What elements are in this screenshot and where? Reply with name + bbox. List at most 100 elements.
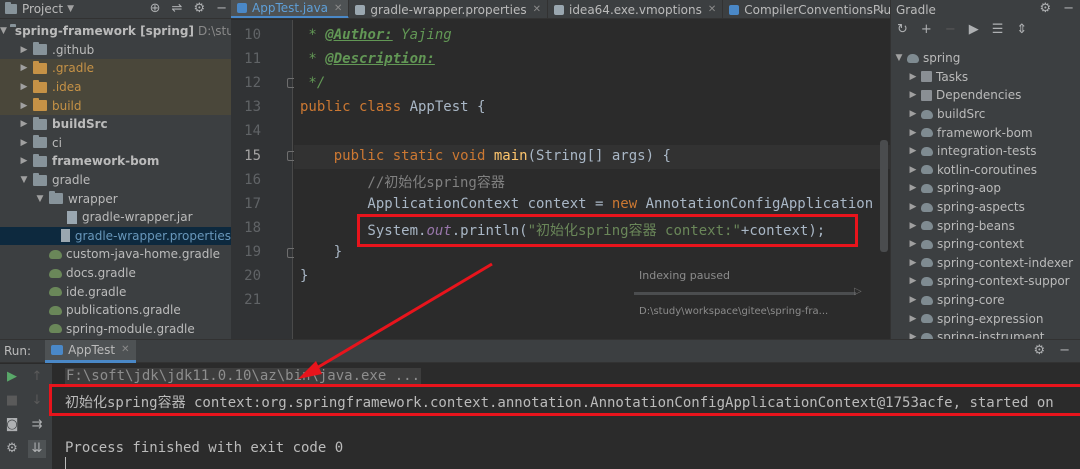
run-tab-label: AppTest: [68, 342, 116, 357]
add-icon[interactable]: +: [921, 22, 932, 37]
code-comment: Yajing: [392, 27, 452, 43]
project-tree-item[interactable]: ▶ .github: [0, 41, 231, 60]
chevron-right-icon[interactable]: ▶: [18, 101, 30, 111]
stop-icon[interactable]: ■: [3, 392, 21, 410]
run-tab-apptest[interactable]: AppTest ✕: [45, 339, 136, 363]
soft-wrap-icon[interactable]: ⇉: [28, 416, 46, 434]
gradle-tree-item[interactable]: ▶ integration-tests: [891, 142, 1080, 161]
project-tree-item[interactable]: ▶ framework-bom: [0, 152, 231, 171]
hide-icon[interactable]: −: [216, 1, 227, 16]
project-tree-item[interactable]: ▶ .gradle: [0, 59, 231, 78]
down-icon[interactable]: ↓: [28, 392, 46, 410]
chevron-right-icon[interactable]: ▶: [908, 258, 918, 268]
gradle-tree-item[interactable]: ▼ spring: [891, 49, 1080, 68]
project-tree-item[interactable]: ▼ gradle: [0, 171, 231, 190]
expand-all-icon[interactable]: ☰: [992, 22, 1004, 37]
chevron-right-icon[interactable]: ▶: [908, 295, 918, 305]
project-tree-item[interactable]: custom-java-home.gradle: [0, 245, 231, 264]
chevron-right-icon[interactable]: ▶: [18, 45, 30, 55]
project-tree-item[interactable]: publications.gradle: [0, 301, 231, 320]
hide-icon[interactable]: −: [1059, 343, 1070, 358]
project-tree-item[interactable]: ▼ spring-framework [spring]D:\study: [0, 22, 231, 41]
editor-scrollbar[interactable]: [880, 140, 888, 252]
gradle-tree-item[interactable]: ▶ buildSrc: [891, 105, 1080, 124]
resume-icon[interactable]: ▷: [854, 286, 862, 297]
close-icon[interactable]: ✕: [121, 344, 129, 355]
project-panel-title[interactable]: Project: [22, 2, 63, 16]
project-tree-item[interactable]: ▶ build: [0, 96, 231, 115]
chevron-down-icon[interactable]: ▼: [67, 4, 74, 14]
hide-icon[interactable]: −: [1063, 1, 1074, 16]
gradle-tree-item[interactable]: ▶ spring-aop: [891, 179, 1080, 198]
gradle-tree-item[interactable]: ▶ framework-bom: [891, 123, 1080, 142]
chevron-right-icon[interactable]: ▶: [18, 63, 30, 73]
chevron-right-icon[interactable]: ▶: [908, 314, 918, 324]
locate-icon[interactable]: ⊕: [150, 1, 161, 16]
run-console[interactable]: F:\soft\jdk\jdk11.0.10\az\bin\java.exe .…: [52, 364, 1080, 469]
project-tree-item[interactable]: docs.gradle: [0, 264, 231, 283]
chevron-right-icon[interactable]: ▶: [908, 109, 918, 119]
project-tree-item[interactable]: ▶ ci: [0, 134, 231, 153]
gradle-tree-item[interactable]: ▶ spring-context-indexer: [891, 254, 1080, 273]
remove-icon[interactable]: −: [945, 22, 956, 37]
gear-icon[interactable]: ⚙: [1033, 343, 1045, 358]
chevron-right-icon[interactable]: ▶: [18, 82, 30, 92]
chevron-right-icon[interactable]: ▶: [908, 239, 918, 249]
rerun-icon[interactable]: ▶: [3, 368, 21, 386]
gradle-tree-item[interactable]: ▶ Dependencies: [891, 86, 1080, 105]
project-tree-item[interactable]: spring-module.gradle: [0, 320, 231, 339]
project-tree-item[interactable]: gradle-wrapper.jar: [0, 208, 231, 227]
project-tree-item[interactable]: gradle-wrapper.properties: [0, 226, 231, 246]
chevron-down-icon[interactable]: ▼: [18, 175, 30, 185]
chevron-right-icon[interactable]: ▶: [908, 332, 918, 339]
editor-tab[interactable]: idea64.exe.vmoptions ✕: [548, 0, 724, 18]
up-icon[interactable]: ↑: [28, 368, 46, 386]
settings-icon[interactable]: ⚙: [3, 440, 21, 458]
gradle-tree-item[interactable]: ▶ spring-instrument: [891, 328, 1080, 339]
chevron-right-icon[interactable]: ▶: [908, 183, 918, 193]
chevron-down-icon[interactable]: ▼: [0, 26, 7, 36]
chevron-right-icon[interactable]: ▶: [908, 72, 918, 82]
chevron-right-icon[interactable]: ▶: [908, 90, 918, 100]
chevron-right-icon[interactable]: ▶: [908, 276, 918, 286]
gear-icon[interactable]: ⚙: [193, 1, 205, 16]
gradle-tree-item[interactable]: ▶ spring-aspects: [891, 198, 1080, 217]
camera-icon[interactable]: ◙: [3, 416, 21, 434]
gradle-tree-item[interactable]: ▶ spring-context-suppor: [891, 272, 1080, 291]
project-tree-item[interactable]: ▼ wrapper: [0, 189, 231, 208]
close-icon[interactable]: ✕: [334, 3, 342, 14]
chevron-right-icon[interactable]: ▶: [18, 119, 30, 129]
project-tree-item[interactable]: ▶ .idea: [0, 77, 231, 97]
gradle-tree-item[interactable]: ▶ Tasks: [891, 68, 1080, 87]
gradle-tree-item[interactable]: ▶ spring-expression: [891, 309, 1080, 328]
close-icon[interactable]: ✕: [533, 4, 541, 15]
gradle-tree-item[interactable]: ▶ spring-core: [891, 291, 1080, 310]
collapse-icon[interactable]: ⇌: [172, 1, 183, 16]
chevron-right-icon[interactable]: ▶: [18, 156, 30, 166]
chevron-down-icon[interactable]: ▼: [894, 53, 904, 63]
gradle-tree-item[interactable]: ▶ spring-beans: [891, 216, 1080, 235]
chevron-right-icon[interactable]: ▶: [18, 138, 30, 148]
chevron-right-icon[interactable]: ▶: [908, 202, 918, 212]
chevron-right-icon[interactable]: ▶: [908, 221, 918, 231]
gear-icon[interactable]: ⚙: [1039, 1, 1051, 16]
gradle-tree-label: spring-aspects: [937, 200, 1025, 215]
chevron-right-icon[interactable]: ▶: [908, 165, 918, 175]
editor-tab[interactable]: AppTest.java ✕: [231, 0, 350, 18]
chevron-right-icon[interactable]: ▶: [908, 146, 918, 156]
run-task-icon[interactable]: ▶: [969, 22, 979, 37]
gradle-tree-item[interactable]: ▶ kotlin-coroutines: [891, 161, 1080, 180]
scroll-to-end-icon[interactable]: ⇊: [28, 440, 46, 458]
close-icon[interactable]: ✕: [708, 4, 716, 15]
chevron-down-icon[interactable]: ▼: [34, 194, 46, 204]
line-number: 19: [244, 244, 261, 260]
refresh-icon[interactable]: ↻: [897, 22, 908, 37]
collapse-all-icon[interactable]: ⇕: [1016, 22, 1027, 37]
editor-tab[interactable]: CompilerConventionsPlug: [723, 0, 890, 18]
chevron-right-icon[interactable]: ▶: [908, 128, 918, 138]
gradle-tree-item[interactable]: ▶ spring-context: [891, 235, 1080, 254]
project-tree-item[interactable]: ▶ buildSrc: [0, 115, 231, 134]
tabs-more-chevron-icon[interactable]: ⌄: [876, 2, 886, 16]
project-tree-item[interactable]: ide.gradle: [0, 282, 231, 301]
editor-tab[interactable]: gradle-wrapper.properties ✕: [349, 0, 548, 18]
